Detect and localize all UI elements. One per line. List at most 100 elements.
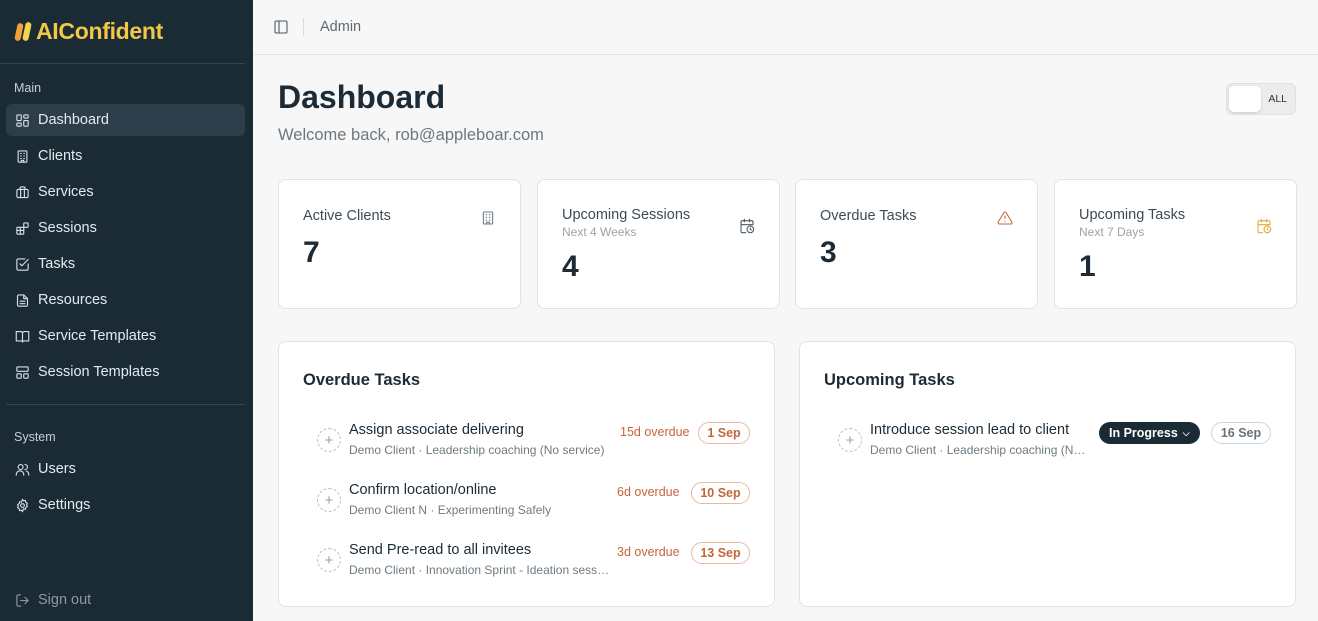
topbar-separator [303,18,304,36]
task-subtitle: Demo Client · Leadership coaching (No se… [349,443,605,457]
page-title: Dashboard [278,79,446,115]
panel-title: Overdue Tasks [303,371,421,389]
plus-icon[interactable]: + [317,428,341,452]
briefcase-icon [16,185,29,198]
brand-name: AIConfident [36,18,164,44]
task-subtitle: Demo Client · Leadership coaching (No se… [870,443,1088,457]
building-icon [480,210,496,226]
sign-out-label: Sign out [38,592,92,608]
sidebar-item-settings[interactable]: Settings [6,489,245,521]
status-label: In Progress [1109,426,1178,440]
task-name: Introduce session lead to client [870,422,1070,438]
system-nav: Users Settings [6,453,245,525]
layout-icon [16,365,29,379]
sidebar-item-session-templates[interactable]: Session Templates [6,356,245,388]
sidebar-item-dashboard[interactable]: Dashboard [6,104,245,136]
toggle-sidebar-button[interactable] [273,19,289,35]
task-row[interactable]: + Confirm location/online Demo Client N … [317,482,751,522]
stat-label: Upcoming Sessions [562,207,691,223]
sidebar-item-label: Users [38,461,76,477]
brand-logo[interactable]: AIConfident [0,0,245,64]
status-dropdown[interactable]: In Progress ⌵ [1099,422,1200,444]
blocks-icon [16,221,29,235]
sidebar-item-sessions[interactable]: Sessions [6,212,245,244]
sidebar-item-label: Settings [38,497,91,513]
logo-icon [14,21,34,43]
task-name: Assign associate delivering [349,422,524,438]
stat-value: 3 [820,236,837,269]
building-icon [17,149,28,163]
dashboard-icon [16,113,29,127]
stat-label: Overdue Tasks [820,208,917,224]
sign-out-icon [16,593,29,607]
sidebar-item-label: Resources [38,292,108,308]
users-icon [15,463,30,476]
sign-out-button[interactable]: Sign out [6,584,245,616]
overdue-indicator: 15d overdue [620,425,690,439]
stat-card-overdue-tasks[interactable]: Overdue Tasks 3 [795,179,1038,309]
sidebar-item-label: Service Templates [38,328,157,344]
plus-icon[interactable]: + [317,488,341,512]
chevron-down-icon: ⌵ [1182,427,1190,438]
overdue-indicator: 6d overdue [617,485,680,499]
due-date-badge: 1 Sep [698,422,750,444]
scope-toggle-knob[interactable] [1229,86,1261,112]
task-row[interactable]: + Send Pre-read to all invitees Demo Cli… [317,542,751,582]
stat-card-active-clients[interactable]: Active Clients 7 [278,179,521,309]
sidebar-item-users[interactable]: Users [6,453,245,485]
section-label-main: Main [14,81,42,95]
scope-toggle[interactable]: ALL [1226,83,1296,115]
sidebar-divider [6,404,245,405]
sidebar-item-label: Session Templates [38,364,160,380]
due-date-badge: 10 Sep [691,482,750,504]
calendar-clock-icon [739,218,755,234]
calendar-clock-icon [1256,218,1272,234]
sidebar-item-label: Tasks [38,256,76,272]
sidebar-item-services[interactable]: Services [6,176,245,208]
stat-value: 4 [562,250,579,283]
sidebar-item-label: Sessions [38,220,97,236]
sidebar-item-tasks[interactable]: Tasks [6,248,245,280]
task-row[interactable]: + Introduce session lead to client Demo … [838,422,1272,462]
main-nav: Dashboard Clients Services Sessions Task… [6,104,245,392]
warning-icon [997,210,1013,226]
document-icon [16,293,29,307]
upcoming-tasks-panel: Upcoming Tasks + Introduce session lead … [799,341,1296,607]
checkbox-icon [16,257,29,271]
task-subtitle: Demo Client N · Experimenting Safely [349,503,552,517]
sidebar-item-clients[interactable]: Clients [6,140,245,172]
task-name: Send Pre-read to all invitees [349,542,532,558]
welcome-message: Welcome back, rob@appleboar.com [278,126,544,144]
section-label-system: System [14,430,56,444]
overdue-tasks-panel: Overdue Tasks + Assign associate deliver… [278,341,775,607]
plus-icon[interactable]: + [317,548,341,572]
stat-sublabel: Next 4 Weeks [562,225,637,239]
stat-label: Active Clients [303,208,391,224]
due-date-badge: 13 Sep [691,542,750,564]
sidebar-toggle-icon [274,20,288,34]
task-subtitle: Demo Client · Innovation Sprint - Ideati… [349,563,611,577]
sidebar-item-label: Services [38,184,94,200]
sidebar-item-resources[interactable]: Resources [6,284,245,316]
breadcrumb[interactable]: Admin [320,19,361,35]
due-date-badge: 16 Sep [1211,422,1271,444]
overdue-indicator: 3d overdue [617,545,680,559]
scope-toggle-label: ALL [1268,93,1287,105]
sidebar: AIConfident Main Dashboard Clients Servi… [0,0,253,621]
stat-card-upcoming-tasks[interactable]: Upcoming Tasks Next 7 Days 1 [1054,179,1297,309]
top-bar: Admin [253,0,1318,55]
sidebar-item-service-templates[interactable]: Service Templates [6,320,245,352]
stat-sublabel: Next 7 Days [1079,225,1145,239]
sidebar-item-label: Clients [38,148,83,164]
stat-value: 1 [1079,250,1096,283]
panel-title: Upcoming Tasks [824,371,955,389]
task-row[interactable]: + Assign associate delivering Demo Clien… [317,422,751,462]
task-name: Confirm location/online [349,482,497,498]
stat-card-upcoming-sessions[interactable]: Upcoming Sessions Next 4 Weeks 4 [537,179,780,309]
book-icon [15,330,30,343]
stat-label: Upcoming Tasks [1079,207,1186,223]
plus-icon[interactable]: + [838,428,862,452]
gear-icon [17,498,28,512]
sidebar-item-label: Dashboard [38,112,109,128]
stat-value: 7 [303,236,320,269]
